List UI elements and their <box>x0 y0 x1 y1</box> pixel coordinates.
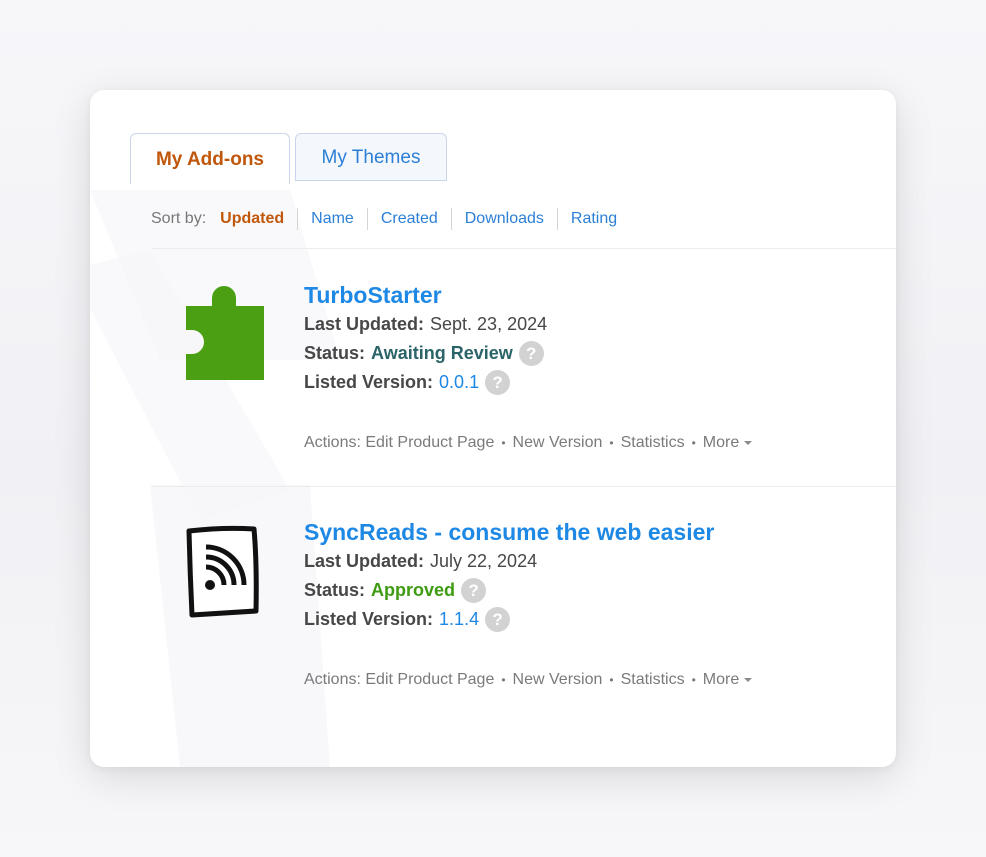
version-link[interactable]: 0.0.1 <box>439 368 479 397</box>
new-version-link[interactable]: New Version <box>513 669 603 691</box>
addon-title-link[interactable]: SyncReads - consume the web easier <box>304 517 864 547</box>
status-value: Approved <box>371 580 456 600</box>
last-updated-label: Last Updated: <box>304 314 425 334</box>
status-label: Status: <box>304 343 366 363</box>
list-divider <box>152 248 896 249</box>
sort-created[interactable]: Created <box>366 208 451 230</box>
last-updated-row: Last Updated: July 22, 2024 <box>304 547 864 576</box>
actions-label: Actions: <box>304 434 361 451</box>
sort-updated[interactable]: Updated <box>220 208 297 230</box>
caret-down-icon <box>744 441 753 445</box>
more-label: More <box>702 671 740 688</box>
edit-product-page-link[interactable]: Edit Product Page <box>365 432 494 454</box>
statistics-link[interactable]: Statistics <box>621 432 685 454</box>
more-dropdown[interactable]: More <box>702 432 753 454</box>
bullet-separator: • <box>691 436 696 450</box>
last-updated-value: Sept. 23, 2024 <box>430 314 548 334</box>
tab-my-themes[interactable]: My Themes <box>295 133 447 181</box>
sort-rating[interactable]: Rating <box>556 208 630 230</box>
last-updated-label: Last Updated: <box>304 551 425 571</box>
version-help-icon[interactable]: ? <box>485 607 511 632</box>
bullet-separator: • <box>609 436 614 450</box>
addon-details: TurboStarter Last Updated: Sept. 23, 202… <box>304 280 864 451</box>
sort-bar: Sort by: Updated Name Created Downloads … <box>151 208 630 230</box>
status-row: Status: Approved ? <box>304 576 864 605</box>
version-label: Listed Version: <box>304 609 434 629</box>
sort-name[interactable]: Name <box>297 208 367 230</box>
sort-label: Sort by: <box>151 210 207 227</box>
version-link[interactable]: 1.1.4 <box>439 605 479 634</box>
statistics-link[interactable]: Statistics <box>621 669 685 691</box>
status-value: Awaiting Review <box>371 343 513 363</box>
new-version-link[interactable]: New Version <box>513 432 603 454</box>
bullet-separator: • <box>501 436 506 450</box>
addons-card: My Add-ons My Themes Sort by: Updated Na… <box>90 90 896 767</box>
status-help-icon[interactable]: ? <box>518 341 544 366</box>
version-label: Listed Version: <box>304 372 434 392</box>
edit-product-page-link[interactable]: Edit Product Page <box>365 669 494 691</box>
status-row: Status: Awaiting Review ? <box>304 339 864 368</box>
actions-row: Actions: Edit Product Page • New Version… <box>304 432 753 454</box>
actions-row: Actions: Edit Product Page • New Version… <box>304 669 753 691</box>
actions-label: Actions: <box>304 671 361 688</box>
rss-feed-icon <box>184 523 268 619</box>
bullet-separator: • <box>501 673 506 687</box>
list-divider <box>152 486 896 487</box>
version-row: Listed Version: 0.0.1 ? <box>304 368 864 397</box>
more-label: More <box>702 434 740 451</box>
more-dropdown[interactable]: More <box>702 669 753 691</box>
sort-downloads[interactable]: Downloads <box>450 208 557 230</box>
tab-my-addons[interactable]: My Add-ons <box>130 133 290 184</box>
last-updated-row: Last Updated: Sept. 23, 2024 <box>304 310 864 339</box>
last-updated-value: July 22, 2024 <box>430 551 538 571</box>
version-row: Listed Version: 1.1.4 ? <box>304 605 864 634</box>
addon-details: SyncReads - consume the web easier Last … <box>304 517 864 688</box>
status-label: Status: <box>304 580 366 600</box>
addon-title-link[interactable]: TurboStarter <box>304 280 864 310</box>
version-help-icon[interactable]: ? <box>485 370 511 395</box>
bullet-separator: • <box>691 673 696 687</box>
caret-down-icon <box>744 678 753 682</box>
puzzle-piece-icon <box>184 284 268 380</box>
background-decoration <box>90 190 340 767</box>
bullet-separator: • <box>609 673 614 687</box>
status-help-icon[interactable]: ? <box>461 578 487 603</box>
